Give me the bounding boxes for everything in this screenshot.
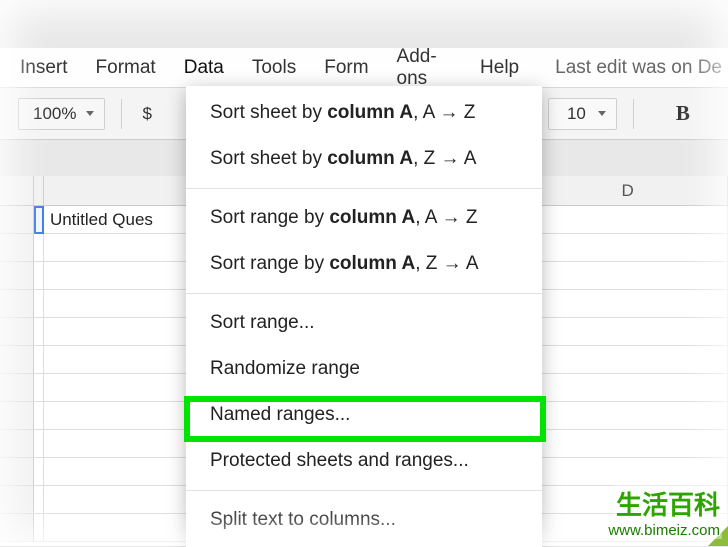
menu-randomize-range[interactable]: Randomize range bbox=[186, 346, 542, 392]
column-header-a[interactable] bbox=[34, 176, 44, 205]
menu-separator bbox=[186, 490, 542, 491]
watermark-url: www.bimeiz.com bbox=[606, 522, 722, 539]
watermark-title: 生活百科 bbox=[614, 485, 722, 522]
toolbar-separator bbox=[633, 99, 634, 129]
toolbar-separator bbox=[121, 99, 122, 129]
zoom-dropdown[interactable]: 100% bbox=[18, 98, 105, 130]
menu-sort-sheet-az[interactable]: Sort sheet by column A, A → Z bbox=[186, 90, 542, 136]
cell[interactable] bbox=[528, 206, 728, 233]
menu-named-ranges[interactable]: Named ranges... bbox=[186, 392, 542, 438]
menu-split-text-to-columns[interactable]: Split text to columns... bbox=[186, 497, 542, 543]
chevron-down-icon bbox=[598, 111, 606, 116]
menu-tools[interactable]: Tools bbox=[238, 49, 310, 87]
menu-separator bbox=[186, 293, 542, 294]
menu-sort-range-za[interactable]: Sort range by column A, Z → A bbox=[186, 241, 542, 287]
column-header-d[interactable]: D bbox=[528, 176, 728, 205]
menubar: Insert Format Data Tools Form Add-ons He… bbox=[0, 48, 728, 88]
data-menu-dropdown: Sort sheet by column A, A → Z Sort sheet… bbox=[186, 86, 542, 547]
menu-help[interactable]: Help bbox=[466, 49, 533, 87]
select-all-corner[interactable] bbox=[0, 176, 34, 205]
menu-separator bbox=[186, 188, 542, 189]
menu-protected-sheets[interactable]: Protected sheets and ranges... bbox=[186, 438, 542, 484]
currency-format-button[interactable]: $ bbox=[138, 104, 155, 124]
menu-sort-range[interactable]: Sort range... bbox=[186, 300, 542, 346]
zoom-value: 100% bbox=[33, 104, 76, 124]
menu-sort-range-az[interactable]: Sort range by column A, A → Z bbox=[186, 195, 542, 241]
menu-form[interactable]: Form bbox=[310, 49, 382, 87]
menu-format[interactable]: Format bbox=[82, 49, 170, 87]
font-size-dropdown[interactable]: 10 bbox=[548, 98, 617, 130]
menu-insert[interactable]: Insert bbox=[6, 49, 82, 87]
menu-data[interactable]: Data bbox=[170, 49, 238, 87]
font-size-value: 10 bbox=[567, 104, 586, 124]
menu-sort-sheet-za[interactable]: Sort sheet by column A, Z → A bbox=[186, 136, 542, 182]
bold-button[interactable]: B bbox=[668, 101, 698, 126]
last-edit-status: Last edit was on De bbox=[555, 57, 722, 79]
chevron-down-icon bbox=[86, 111, 94, 116]
cell[interactable] bbox=[34, 206, 44, 233]
watermark: 生活百科 www.bimeiz.com bbox=[606, 485, 722, 540]
row-number[interactable] bbox=[0, 206, 34, 233]
